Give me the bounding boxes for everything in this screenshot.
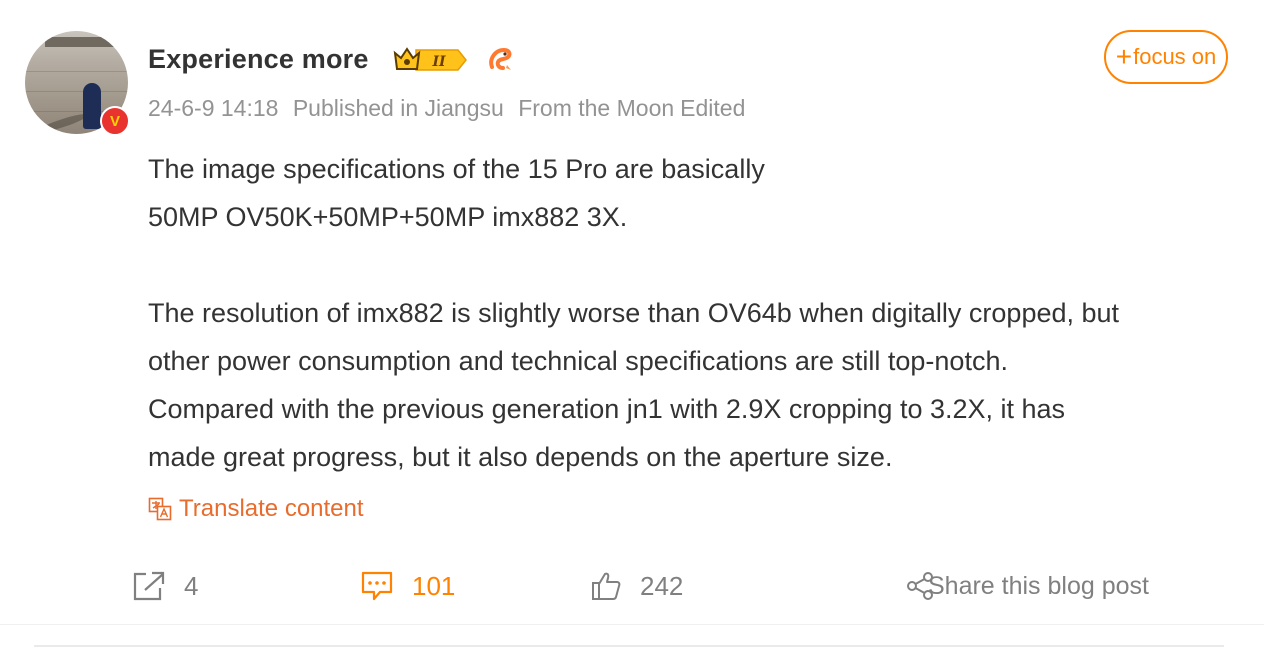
shrimp-icon [489,47,512,70]
avatar-background-building [45,37,115,47]
crown-badge-icon[interactable]: II [392,45,468,75]
like-count: 242 [640,570,684,601]
like-icon [592,572,621,600]
repost-icon [133,571,165,601]
repost-count: 4 [184,570,199,601]
follow-button-label: focus on [1133,44,1217,69]
post-location: Published in Jiangsu [292,95,504,121]
post-text-line: The image specifications of the 15 Pro a… [148,154,765,184]
follow-button[interactable]: + focus on [1104,30,1228,84]
post-time[interactable]: 24-6-9 14:18 [148,95,278,121]
translate-icon [148,497,172,520]
divider [34,645,1224,647]
avatar-person-figure [83,83,101,129]
translate-label: Translate content [179,495,364,522]
post-edited[interactable]: Edited [680,95,745,121]
post-text-line: made great progress, but it also depends… [148,442,893,472]
comment-count: 101 [412,570,456,601]
avatar-shadow [37,111,89,134]
verified-badge: V [100,106,130,136]
post-text-line: other power consumption and technical sp… [148,346,1008,376]
like-button[interactable]: 242 [590,566,683,606]
post-content: The image specifications of the 15 Pro a… [148,145,1243,481]
post-text-line: Compared with the previous generation jn… [148,394,1066,424]
crown-badge-label: II [431,54,446,70]
post-text-line: The resolution of imx882 is slightly wor… [148,298,1120,328]
plus-icon: + [1115,41,1133,72]
share-label: Share this blog post [928,571,1149,600]
post-meta: 24-6-9 14:18 Published in Jiangsu From t… [148,95,753,122]
comment-icon [361,571,393,601]
translate-button[interactable]: Translate content [148,495,364,523]
post-source: From the Moon [518,95,675,121]
weibo-post-card: V Experience more II 24-6-9 14:18 Publis… [0,0,1264,648]
avatar-pavement-line [25,91,128,92]
share-button[interactable]: Share this blog post [906,566,1149,606]
post-text-line: 50MP OV50K+50MP+50MP imx882 3X. [148,202,628,232]
avatar-pavement-line [25,71,128,72]
divider [0,624,1264,625]
repost-button[interactable]: 4 [132,566,198,606]
author-name[interactable]: Experience more [148,44,369,75]
comment-button[interactable]: 101 [360,566,455,606]
